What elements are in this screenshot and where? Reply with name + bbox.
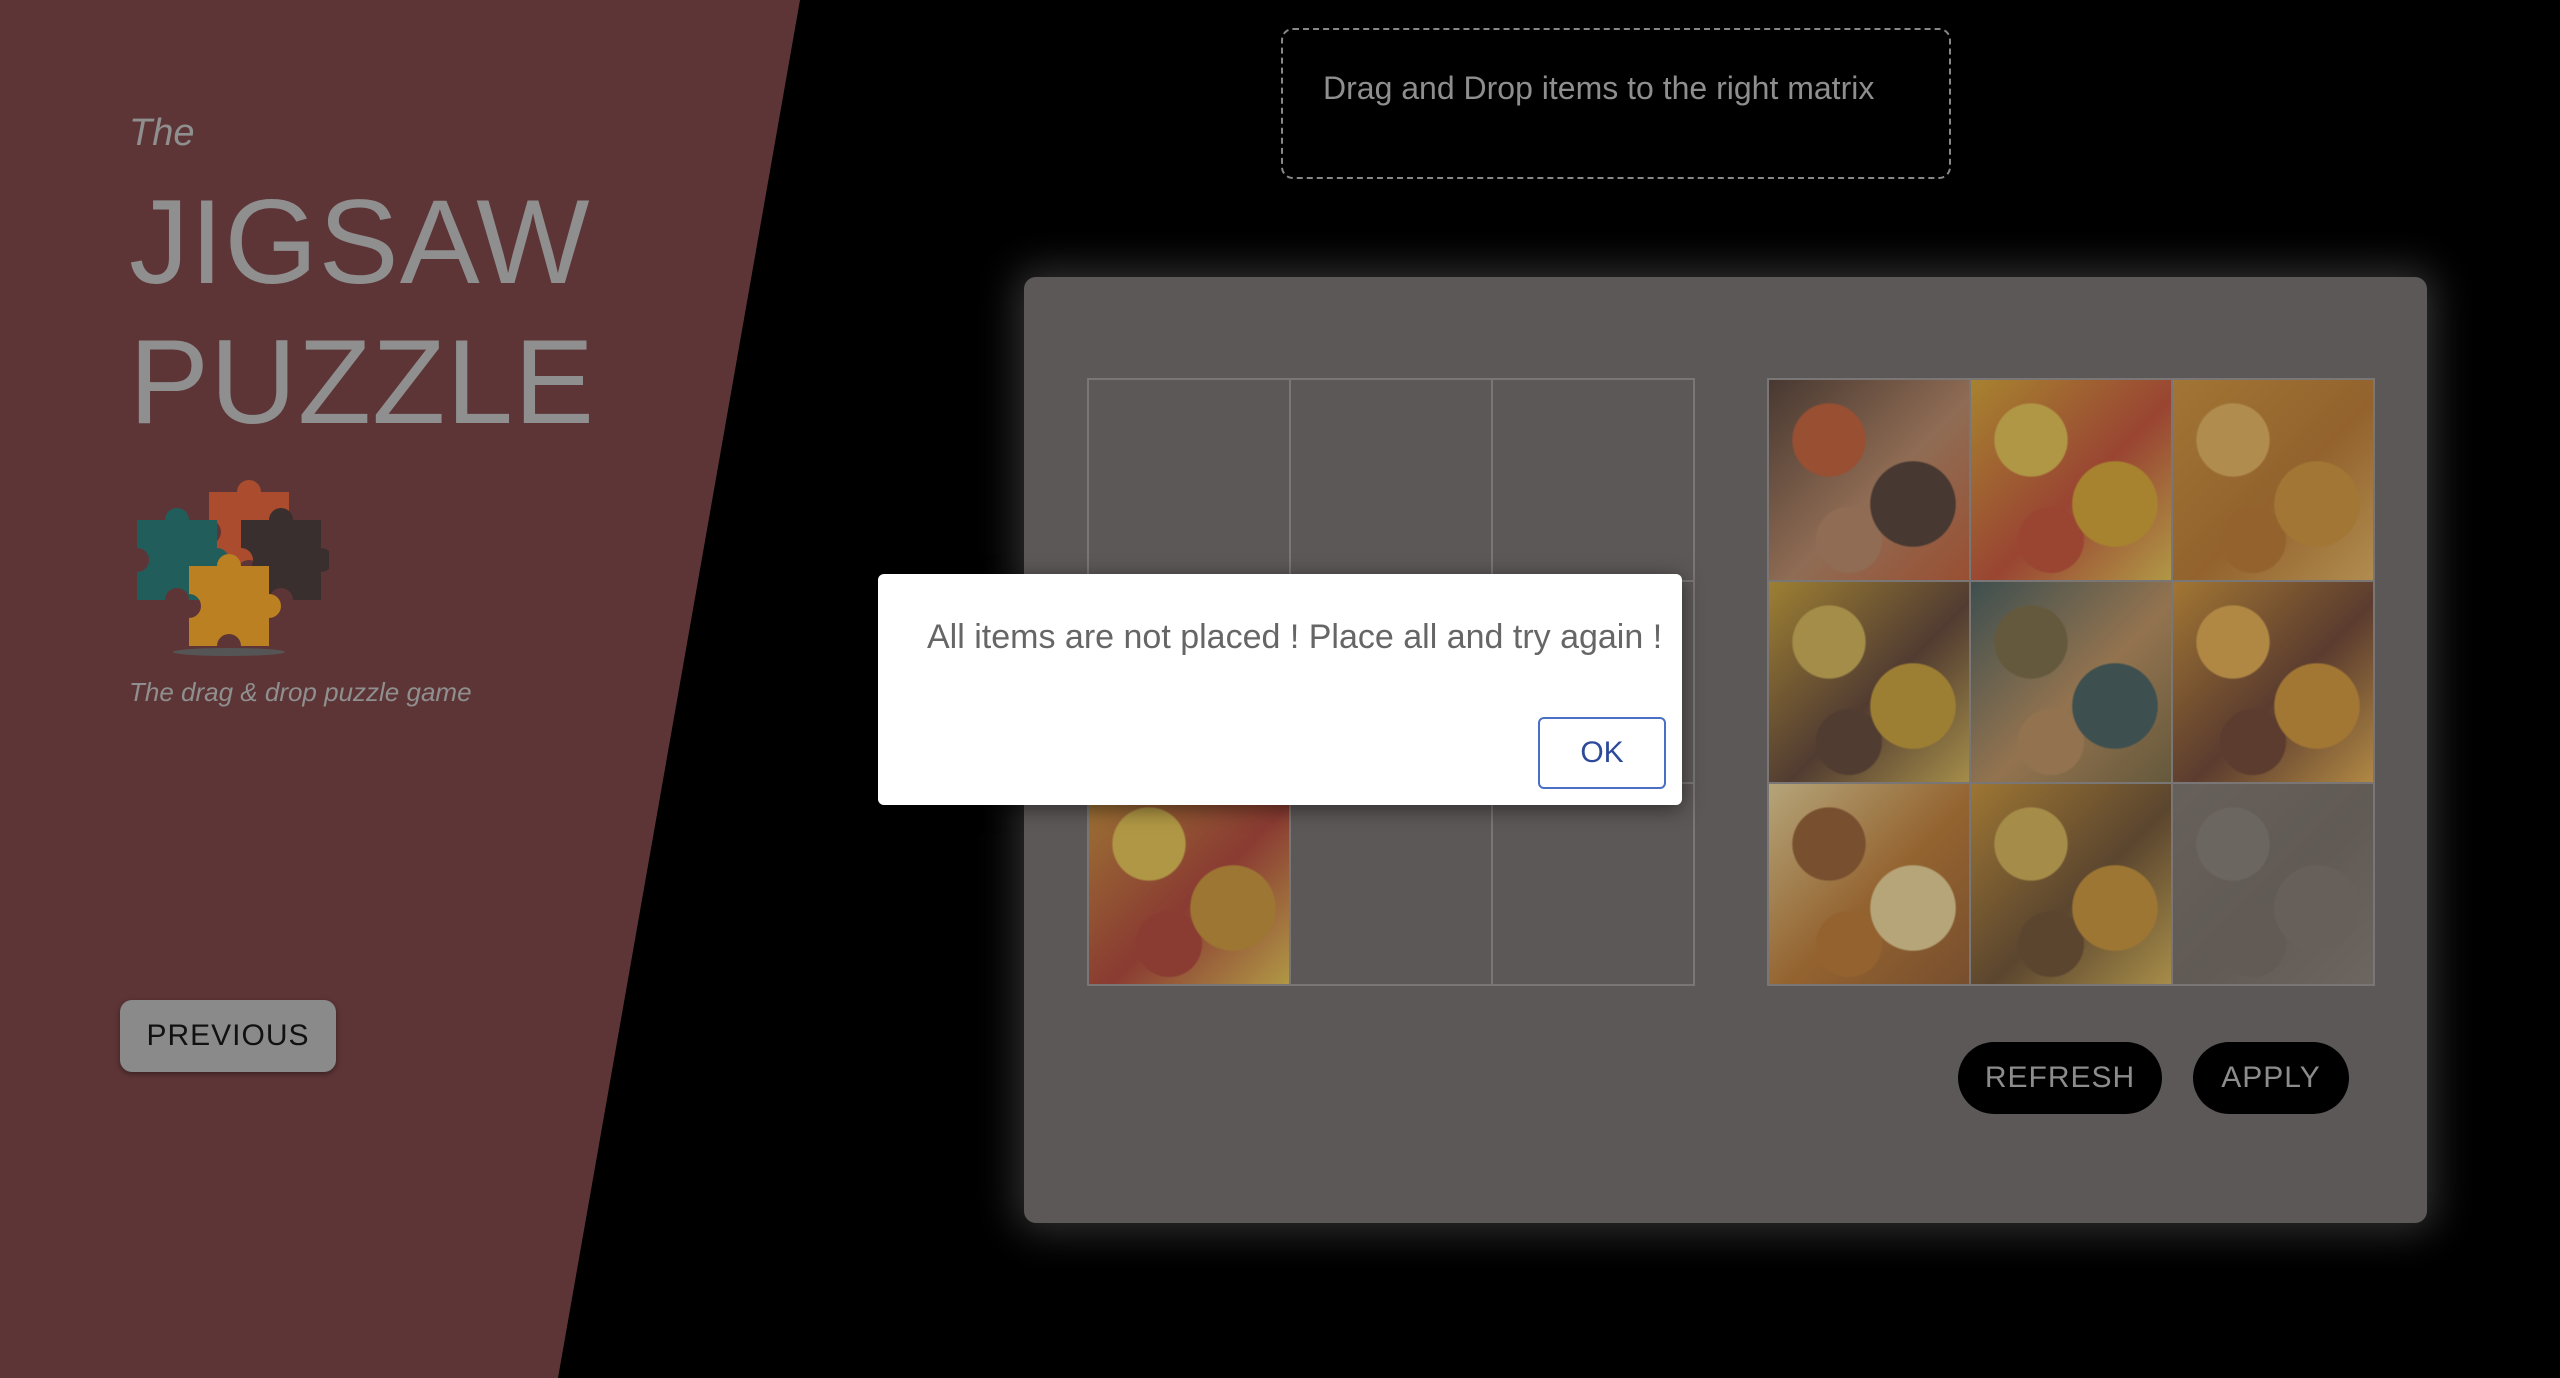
puzzle-piece[interactable] [1971, 784, 2171, 984]
source-cell[interactable] [2172, 783, 2374, 985]
ok-button[interactable]: OK [1538, 717, 1666, 789]
target-cell[interactable] [1290, 379, 1492, 581]
target-cell[interactable] [1088, 783, 1290, 985]
source-cell[interactable] [1970, 379, 2172, 581]
source-cell[interactable] [2172, 379, 2374, 581]
puzzle-piece[interactable] [2173, 784, 2373, 984]
instructions-text: Drag and Drop items to the right matrix [1323, 70, 1875, 106]
brand-the: The [129, 112, 195, 154]
puzzle-piece[interactable] [1971, 582, 2171, 782]
target-cell[interactable] [1290, 783, 1492, 985]
apply-button[interactable]: APPLY [2193, 1042, 2349, 1114]
previous-button[interactable]: PREVIOUS [120, 1000, 336, 1072]
source-matrix[interactable] [1767, 378, 2375, 986]
puzzle-piece[interactable] [1089, 784, 1289, 984]
source-cell[interactable] [1768, 783, 1970, 985]
puzzle-piece[interactable] [2173, 582, 2373, 782]
jigsaw-pieces-icon [137, 480, 333, 656]
target-cell[interactable] [1492, 783, 1694, 985]
alert-dialog: All items are not placed ! Place all and… [878, 574, 1682, 805]
instructions-box: Drag and Drop items to the right matrix [1281, 28, 1951, 179]
brand-title-line1: JIGSAW [129, 175, 591, 309]
refresh-button[interactable]: REFRESH [1958, 1042, 2162, 1114]
puzzle-piece[interactable] [1769, 582, 1969, 782]
brand-title-line2: PUZZLE [129, 315, 596, 449]
source-cell[interactable] [1768, 581, 1970, 783]
puzzle-piece[interactable] [1769, 784, 1969, 984]
target-cell[interactable] [1088, 379, 1290, 581]
puzzle-piece[interactable] [1971, 380, 2171, 580]
brand-tagline: The drag & drop puzzle game [129, 677, 472, 707]
alert-message: All items are not placed ! Place all and… [927, 618, 1663, 656]
puzzle-piece[interactable] [1769, 380, 1969, 580]
source-cell[interactable] [1970, 783, 2172, 985]
brand: The JIGSAW PUZZLE The drag & drop puzzle… [129, 108, 595, 708]
brand-title: JIGSAW PUZZLE [129, 172, 595, 452]
source-cell[interactable] [1970, 581, 2172, 783]
source-cell[interactable] [2172, 581, 2374, 783]
puzzle-piece[interactable] [2173, 380, 2373, 580]
source-cell[interactable] [1768, 379, 1970, 581]
target-cell[interactable] [1492, 379, 1694, 581]
